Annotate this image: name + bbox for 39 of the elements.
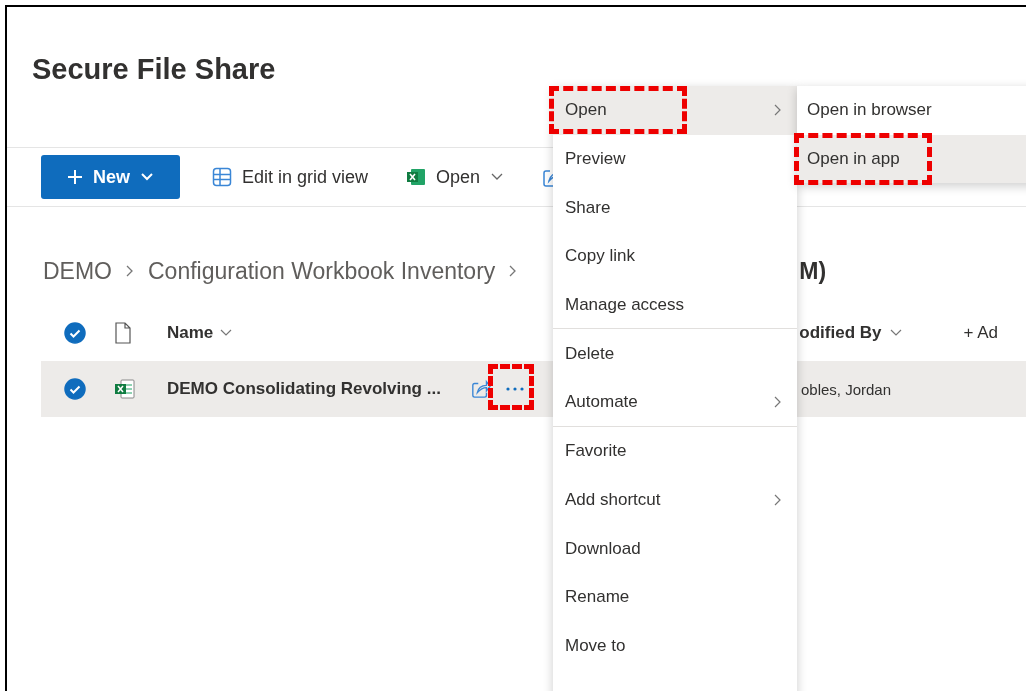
menu-item[interactable]: Download (553, 524, 797, 573)
menu-item[interactable]: Open in app (797, 134, 1026, 184)
table-cell: obles, Jordan (801, 380, 892, 398)
caret-icon (490, 172, 505, 182)
menu-item[interactable]: Favorite (553, 426, 797, 476)
new-button[interactable]: New (41, 155, 180, 199)
menu-item[interactable]: Move to (553, 621, 797, 671)
page-title: Secure File Share (32, 53, 276, 86)
grid-icon (212, 167, 232, 187)
check-circle-icon[interactable] (64, 378, 86, 400)
column-header[interactable]: odified By (799, 323, 882, 343)
share-icon[interactable] (471, 379, 491, 399)
column-header[interactable]: Name (167, 323, 214, 343)
chevron-icon (773, 395, 783, 410)
toolbar-button[interactable]: Edit in grid view (206, 166, 375, 188)
file-name[interactable]: DEMO Consolidating Revolving ... (167, 379, 471, 399)
add-column-button[interactable]: + Ad (963, 323, 998, 343)
check-circle-icon[interactable] (64, 322, 86, 344)
breadcrumb-link[interactable]: DEMO (43, 257, 112, 285)
document-icon (114, 322, 132, 344)
menu-item[interactable]: Manage access (553, 280, 797, 330)
menu-item[interactable]: Add shortcut (553, 475, 797, 525)
chevron-icon (773, 492, 783, 507)
caret-icon (140, 172, 154, 182)
breadcrumb-current: M) (799, 257, 827, 285)
caret-icon (889, 328, 904, 338)
menu-item[interactable]: Open in browser (797, 86, 1026, 135)
plus-icon (67, 169, 83, 185)
toolbar-button[interactable]: Open (400, 166, 511, 188)
menu-item[interactable]: Preview (553, 134, 797, 184)
menu-item[interactable]: Copy link (553, 232, 797, 281)
breadcrumb-link[interactable]: Configuration Workbook Inventory (148, 257, 496, 285)
spreadsheet-icon (114, 378, 136, 400)
more-icon[interactable] (505, 386, 525, 392)
caret-icon (219, 328, 234, 338)
menu-item[interactable]: Share (553, 183, 797, 233)
chevron-icon (773, 103, 783, 118)
menu-item[interactable]: Rename (553, 572, 797, 622)
spreadsheet-icon (406, 167, 427, 187)
